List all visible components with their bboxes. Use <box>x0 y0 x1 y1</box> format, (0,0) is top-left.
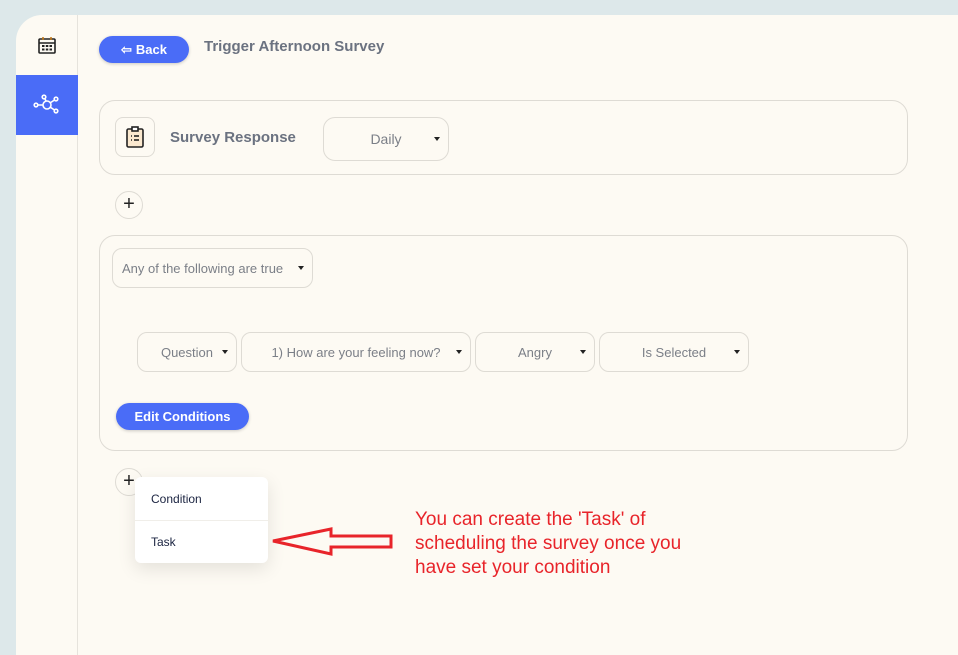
caret-down-icon <box>734 350 740 357</box>
trigger-card: Survey Response Daily <box>99 100 908 175</box>
annotation-arrow-icon <box>272 527 393 556</box>
sidebar-item-calendar[interactable] <box>16 15 78 75</box>
operator-value: Is Selected <box>641 344 707 360</box>
menu-item-condition[interactable]: Condition <box>135 477 268 520</box>
operator-select[interactable]: Is Selected <box>599 332 749 372</box>
menu-item-task[interactable]: Task <box>135 520 268 563</box>
caret-down-icon <box>580 350 586 357</box>
question-value: 1) How are your feeling now? <box>271 344 441 360</box>
answer-value: Angry <box>518 344 552 360</box>
frequency-value: Daily <box>370 131 402 147</box>
question-select[interactable]: 1) How are your feeling now? <box>241 332 471 372</box>
add-step-button[interactable]: + <box>115 191 143 219</box>
caret-down-icon <box>298 266 304 273</box>
answer-select[interactable]: Angry <box>475 332 595 372</box>
workflow-icon <box>33 94 59 114</box>
match-value: Any of the following are true <box>122 260 284 276</box>
caret-down-icon <box>434 137 440 144</box>
clipboard-icon <box>115 117 155 157</box>
calendar-icon <box>38 37 56 54</box>
annotation-text: You can create the 'Task' of scheduling … <box>415 509 682 578</box>
arrow-left-icon: ⇦ <box>121 41 132 57</box>
frequency-select[interactable]: Daily <box>323 117 449 161</box>
add-step-menu: Condition Task <box>135 477 268 563</box>
page-title: Trigger Afternoon Survey <box>204 38 385 55</box>
type-value: Question <box>160 344 214 360</box>
edit-conditions-button[interactable]: Edit Conditions <box>116 403 249 430</box>
caret-down-icon <box>456 350 462 357</box>
sidebar <box>16 15 78 655</box>
match-select[interactable]: Any of the following are true <box>112 248 313 288</box>
type-select[interactable]: Question <box>137 332 237 372</box>
sidebar-item-workflow[interactable] <box>16 75 78 135</box>
trigger-label: Survey Response <box>170 129 296 146</box>
back-button[interactable]: ⇦ Back <box>99 36 189 63</box>
caret-down-icon <box>222 350 228 357</box>
back-label: Back <box>135 42 167 57</box>
app-window: ⇦ Back Trigger Afternoon Survey Survey Re… <box>16 15 958 655</box>
